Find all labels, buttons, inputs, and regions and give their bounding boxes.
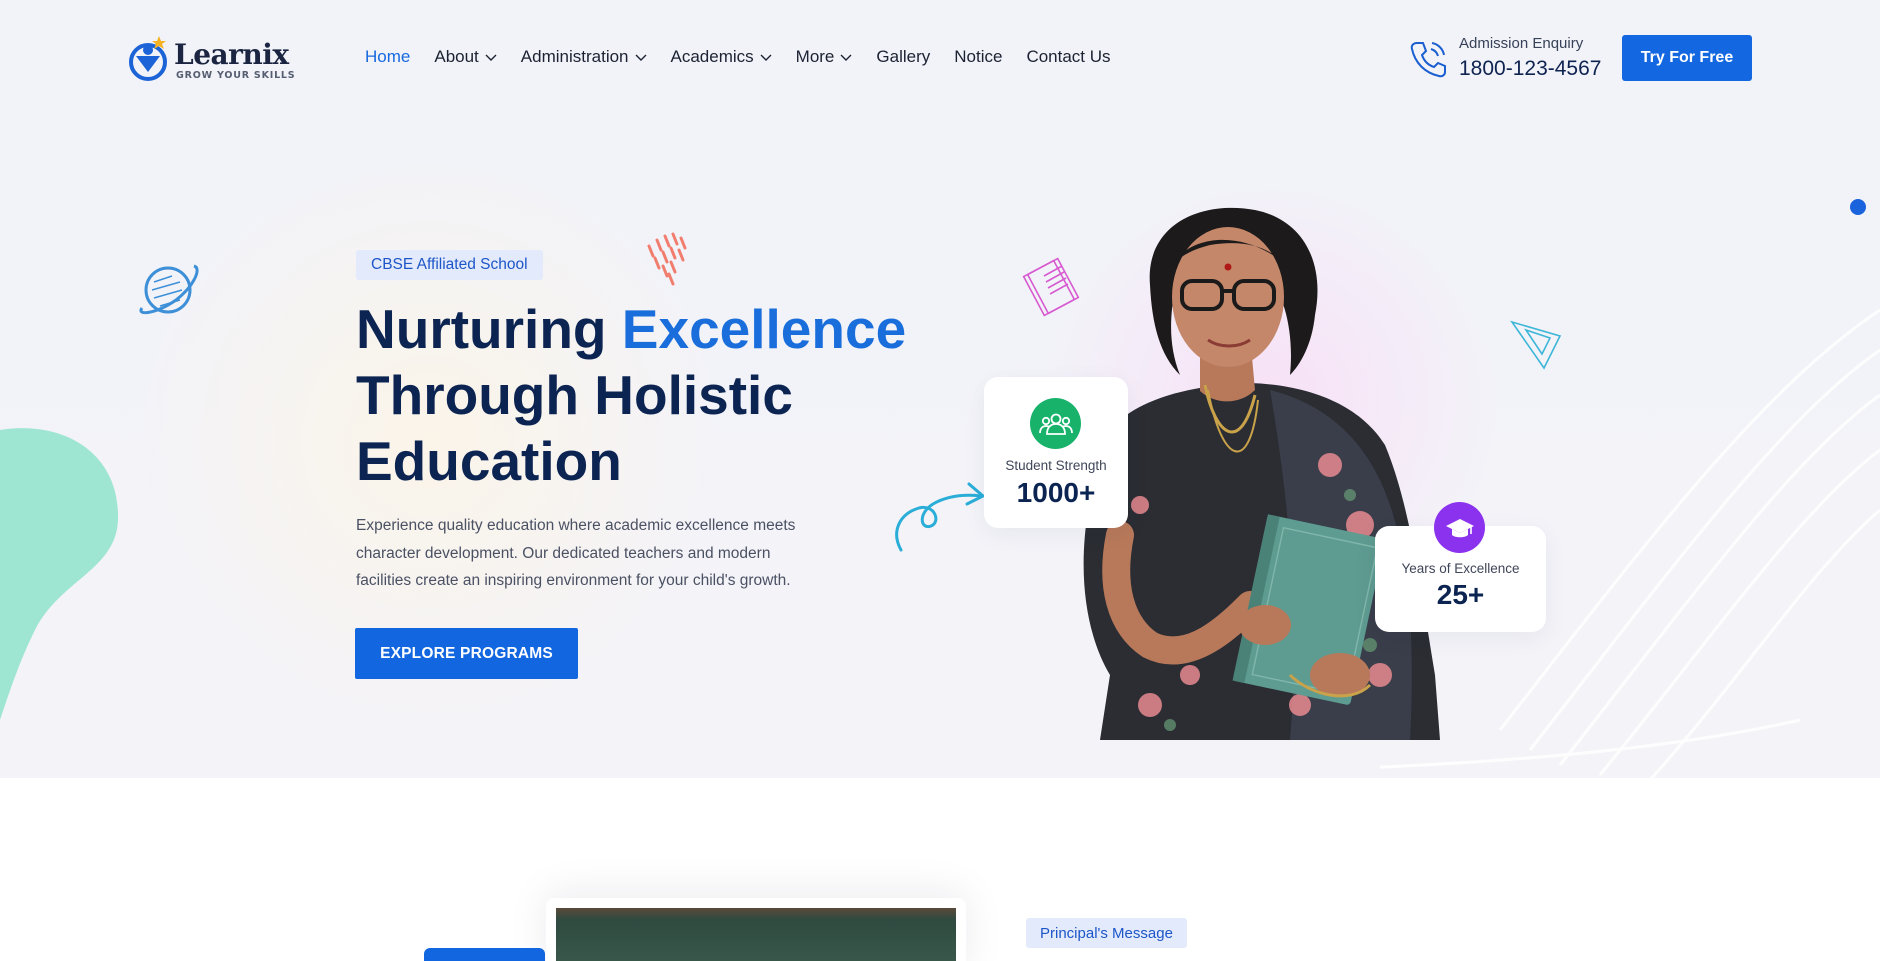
nav-label: More <box>795 47 835 66</box>
hero-title-line3: Education <box>356 430 622 492</box>
stat-label: Years of Excellence <box>1401 561 1520 576</box>
hero-title-accent: Excellence <box>621 298 907 360</box>
dashes-icon <box>647 232 687 286</box>
brand-tagline: GROW YOUR SKILLS <box>176 70 296 81</box>
main-nav: Home About Administration Academics More… <box>365 47 1135 67</box>
enquiry-phone[interactable]: 1800-123-4567 <box>1459 57 1601 81</box>
principals-message-badge: Principal's Message <box>1026 918 1187 948</box>
logo-icon <box>129 36 167 81</box>
nav-contact-us[interactable]: Contact Us <box>1026 47 1110 67</box>
decorative-blob <box>0 428 119 720</box>
principal-photo <box>556 908 956 961</box>
stat-value: 1000+ <box>1016 477 1096 508</box>
hero-title-line2: Through Holistic <box>356 364 793 426</box>
users-icon-badge <box>1030 398 1081 449</box>
try-for-free-button[interactable]: Try For Free <box>1622 35 1752 81</box>
nav-home[interactable]: Home <box>365 47 410 67</box>
hero-title: Nurturing Excellence Through Holistic Ed… <box>356 296 906 494</box>
nav-label: About <box>434 47 479 66</box>
chevron-down-icon <box>635 54 647 61</box>
nav-notice[interactable]: Notice <box>954 47 1002 67</box>
nav-label: Administration <box>520 47 629 66</box>
enquiry-label: Admission Enquiry <box>1459 35 1584 52</box>
nav-label: Home <box>365 47 411 66</box>
stat-label: Student Strength <box>1005 458 1107 473</box>
nav-gallery[interactable]: Gallery <box>876 47 930 67</box>
explore-programs-button[interactable]: EXPLORE PROGRAMS <box>355 628 578 679</box>
set-square-icon <box>1510 320 1562 370</box>
nav-label: Academics <box>670 47 754 66</box>
nav-administration[interactable]: Administration <box>521 47 647 67</box>
hero-section: Learnix GROW YOUR SKILLS Home About Admi… <box>0 0 1880 778</box>
decorative-dot <box>1850 199 1866 215</box>
hero-title-part1: Nurturing <box>356 298 622 360</box>
curved-arrow-icon <box>895 482 985 552</box>
nav-label: Gallery <box>876 47 931 66</box>
hero-description: Experience quality education where acade… <box>356 517 796 589</box>
graduation-cap-icon <box>1445 518 1474 537</box>
stat-value: 25+ <box>1436 579 1485 610</box>
brand-name: Learnix <box>174 38 289 71</box>
student-strength-card: Student Strength 1000+ <box>984 377 1128 528</box>
chevron-down-icon <box>760 54 772 61</box>
chevron-down-icon <box>485 54 497 61</box>
planet-icon <box>139 264 199 315</box>
phone-icon <box>1410 42 1446 78</box>
nav-about[interactable]: About <box>434 47 497 67</box>
nav-more[interactable]: More <box>796 47 853 67</box>
graduation-cap-icon-badge <box>1434 502 1485 553</box>
logo[interactable]: Learnix GROW YOUR SKILLS <box>128 34 295 82</box>
nav-label: Contact Us <box>1026 47 1111 66</box>
users-icon <box>1038 413 1073 435</box>
chevron-down-icon <box>840 54 852 61</box>
decorative-blue-block <box>424 948 545 961</box>
years-of-excellence-card: Years of Excellence 25+ <box>1375 502 1546 632</box>
cbse-badge: CBSE Affiliated School <box>356 250 543 280</box>
nav-label: Notice <box>954 47 1003 66</box>
nav-academics[interactable]: Academics <box>671 47 772 67</box>
admission-enquiry[interactable]: Admission Enquiry 1800-123-4567 <box>1408 35 1608 83</box>
